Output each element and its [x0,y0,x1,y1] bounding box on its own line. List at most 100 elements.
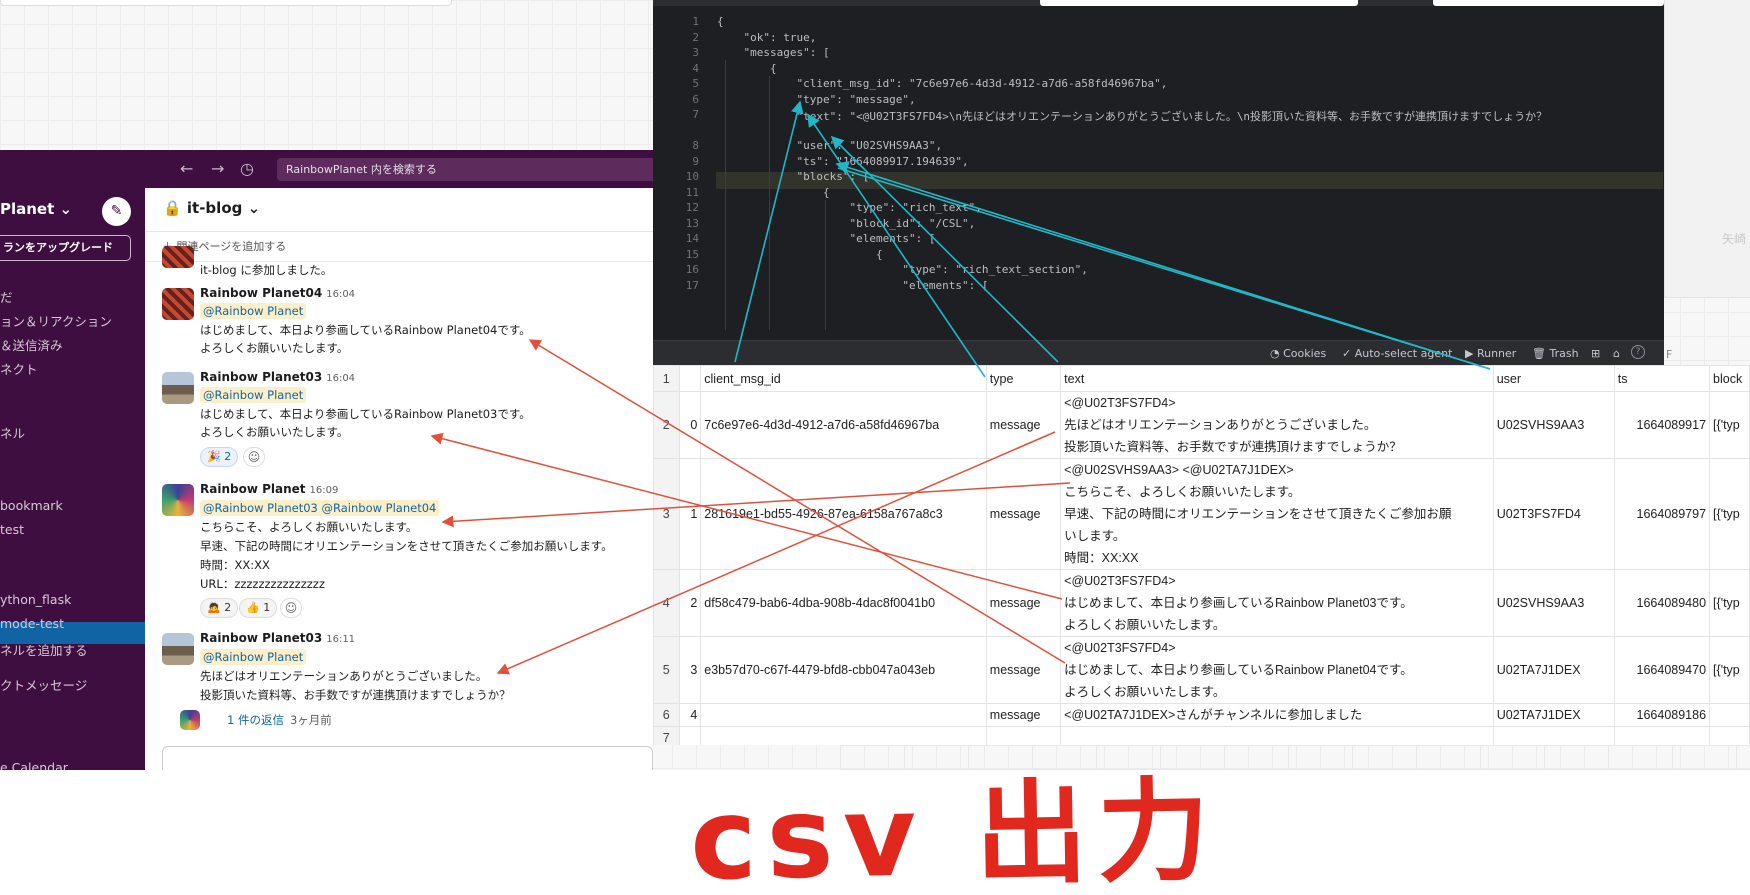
sidebar-item-drafts[interactable]: ＆送信済み [0,335,63,354]
channel-title[interactable]: 🔒 it-blog ⌄ [163,199,260,217]
table-row[interactable]: 4 2 df58c479-bab6-4dba-908b-4dac8f0041b0 me… [653,569,1750,637]
sidebar-item-bookmark[interactable]: bookmark [0,498,63,513]
code-line[interactable]: "block_id": "/CSL", [717,217,975,230]
index-header[interactable] [678,365,702,392]
table-row[interactable]: 5 3 e3b57d70-c67f-4479-bfd8-cbb047a043eb me… [653,636,1750,704]
sidebar-item-mode-test[interactable]: mode-test [0,616,64,631]
search-input[interactable]: RainbowPlanet 内を検索する [277,158,653,181]
back-arrow-icon[interactable]: ← [180,159,193,178]
sidebar-channels-header[interactable]: ネル [0,423,25,442]
sidebar-add-channel[interactable]: ネルを追加する [0,640,88,659]
code-line[interactable]: "type": "rich_text_section", [717,263,1087,276]
type-cell[interactable]: message [985,703,1062,727]
index-cell[interactable]: 2 [678,569,702,637]
message-author[interactable]: Rainbow Planet03 16:04 [200,370,355,384]
reaction-party[interactable]: 🎉 2 [200,447,239,467]
author-name[interactable]: Rainbow Planet04 [200,286,322,300]
message-time[interactable]: 16:09 [310,485,339,496]
client-msg-id-cell[interactable]: df58c479-bab6-4dba-908b-4dac8f0041b0 [700,569,987,637]
ts-cell[interactable]: 1664089797 [1613,458,1711,570]
column-header[interactable]: user [1492,365,1615,392]
author-name[interactable]: Rainbow Planet03 [200,370,322,384]
trash-button[interactable]: 🗑 Trash [1532,347,1579,360]
sidebar-item-python-flask[interactable]: ython_flask [0,592,71,607]
forward-arrow-icon[interactable]: → [211,159,224,178]
code-line[interactable]: "type": "message", [717,93,915,106]
reaction-thumbs-up[interactable]: 👍 1 [239,598,278,618]
editor-tab[interactable] [1433,0,1664,6]
code-line[interactable]: "text": "<@U02T3FS7FD4>\n先ほどはオリエンテーションあり… [717,108,1547,124]
table-row[interactable]: 2 0 7c6e97e6-4d3d-4912-a7d6-a58fd46967ba me… [653,391,1750,459]
sidebar-direct-messages[interactable]: クトメッセージ [0,675,87,694]
sidebar-item-test[interactable]: test [0,522,24,537]
reaction-bow[interactable]: 🙇 2 [200,598,239,618]
blocks-cell[interactable] [1709,703,1750,727]
message-author[interactable]: Rainbow Planet03 16:11 [200,631,355,645]
help-question-icon[interactable]: ? [1631,345,1645,359]
code-line[interactable]: "blocks": [ [717,170,869,183]
thread-count[interactable]: 1 件の返信 [227,713,284,727]
client-msg-id-cell[interactable] [700,726,987,745]
text-cell[interactable]: <@U02TA7J1DEX>さんがチャンネルに参加しました [1060,703,1494,727]
column-header[interactable]: ts [1613,365,1711,392]
message-author[interactable]: Rainbow Planet04 16:04 [200,286,355,300]
code-line[interactable]: "user": "U02SVHS9AA3", [717,139,942,152]
settings-cap-icon[interactable]: ⌂ [1613,347,1620,360]
blocks-cell[interactable]: [{'typ [1709,636,1750,704]
blocks-cell[interactable] [1709,726,1750,745]
sidebar-item-mentions[interactable]: ョン＆リアクション [0,311,112,330]
column-header[interactable]: text [1060,365,1494,392]
blocks-cell[interactable]: [{'typ [1709,391,1750,459]
code-line[interactable]: "client_msg_id": "7c6e97e6-4d3d-4912-a7d… [717,77,1167,90]
code-line[interactable]: { [717,15,724,28]
avatar[interactable] [180,710,200,730]
column-header[interactable]: block [1709,365,1750,392]
text-cell[interactable]: <@U02T3FS7FD4> はじめまして、本日より参画しているRainbow P… [1060,636,1494,704]
avatar[interactable] [162,484,194,516]
code-line[interactable]: { [717,186,830,199]
upgrade-plan-button[interactable]: ランをアップグレード [0,235,131,261]
column-header[interactable]: client_msg_id [700,365,987,392]
cookies-button[interactable]: ◔ Cookies [1270,347,1326,360]
type-cell[interactable]: message [985,458,1062,570]
table-row[interactable]: 3 1 281619e1-bd55-4926-87ea-6158a767a8c3 me… [653,458,1750,570]
mention-chip[interactable]: @Rainbow Planet [200,387,307,403]
layout-grid-icon[interactable]: ⊞ [1591,347,1600,360]
index-cell[interactable]: 1 [678,458,702,570]
compose-pencil-icon[interactable]: ✎ [102,197,131,226]
author-name[interactable]: Rainbow Planet03 [200,631,322,645]
user-cell[interactable]: U02SVHS9AA3 [1492,391,1615,459]
user-cell[interactable]: U02SVHS9AA3 [1492,569,1615,637]
code-line[interactable]: { [717,62,777,75]
auto-select-agent-toggle[interactable]: ✓ Auto-select agent [1342,347,1452,360]
author-name[interactable]: Rainbow Planet [200,482,306,496]
message-composer[interactable] [162,746,653,770]
client-msg-id-cell[interactable]: 281619e1-bd55-4926-87ea-6158a767a8c3 [700,458,987,570]
avatar[interactable] [162,288,194,320]
avatar[interactable] [162,372,194,404]
column-header[interactable]: type [985,365,1062,392]
index-cell[interactable]: 4 [678,703,702,727]
table-row[interactable]: 6 4 message <@U02TA7J1DEX>さんがチャンネルに参加しました U0… [653,703,1750,727]
type-cell[interactable]: message [985,569,1062,637]
type-cell[interactable]: message [985,391,1062,459]
code-line[interactable]: "elements": [ [717,232,935,245]
code-line[interactable]: "ts": "1664089917.194639", [717,155,968,168]
ts-cell[interactable]: 1664089480 [1613,569,1711,637]
user-cell[interactable]: U02TA7J1DEX [1492,703,1615,727]
index-cell[interactable] [678,726,702,745]
code-line[interactable]: "type": "rich_text", [717,201,981,214]
mention-chip[interactable]: @Rainbow Planet [200,649,307,665]
ts-cell[interactable]: 1664089186 [1613,703,1711,727]
avatar[interactable] [162,246,194,268]
type-cell[interactable]: message [985,636,1062,704]
message-time[interactable]: 16:04 [326,289,355,300]
add-reaction-icon[interactable]: ☺ [243,447,265,467]
index-cell[interactable]: 0 [678,391,702,459]
client-msg-id-cell[interactable] [700,703,987,727]
code-line[interactable]: { [717,248,883,261]
editor-tab[interactable] [1040,0,1358,6]
add-reaction-icon[interactable]: ☺ [280,598,302,618]
mention-chip[interactable]: @Rainbow Planet03 @Rainbow Planet04 [200,500,440,516]
blocks-cell[interactable]: [{'typ [1709,458,1750,570]
